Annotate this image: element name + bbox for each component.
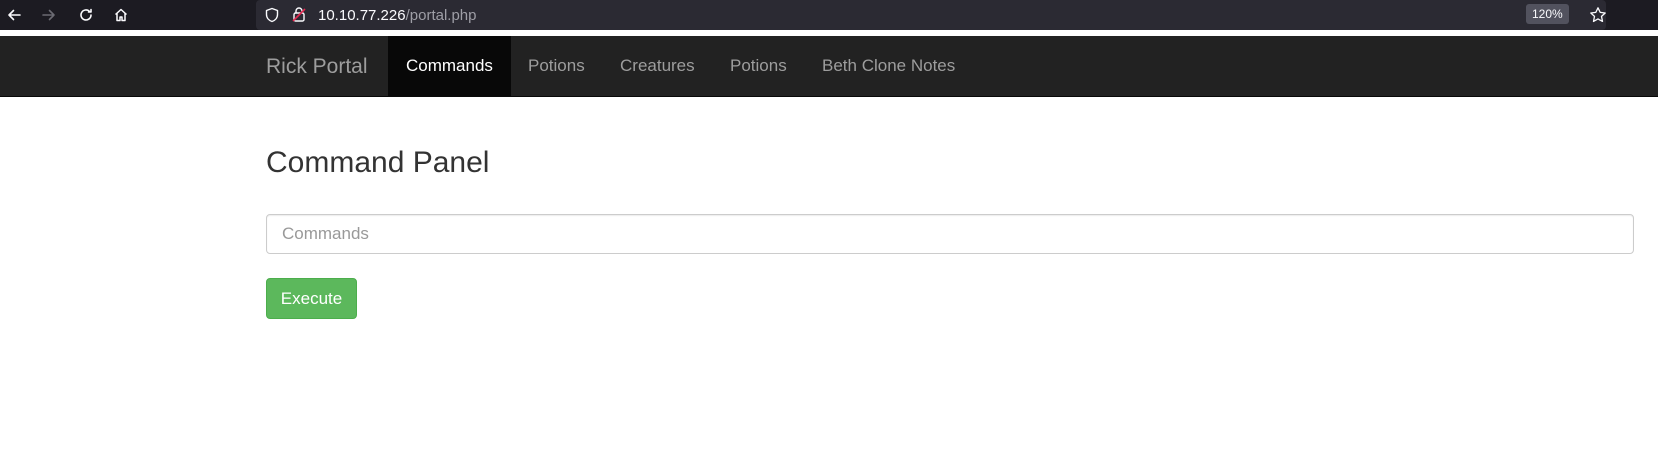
- execute-button[interactable]: Execute: [266, 278, 357, 319]
- back-arrow-icon[interactable]: [3, 4, 25, 26]
- url-host: 10.10.77.226: [318, 7, 406, 24]
- reload-icon[interactable]: [75, 4, 97, 26]
- nav-link-potions-2[interactable]: Potions: [730, 36, 787, 96]
- browser-toolbar: 10.10.77.226/portal.php 120%: [0, 0, 1658, 30]
- brand-link[interactable]: Rick Portal: [266, 55, 368, 79]
- nav-link-creatures[interactable]: Creatures: [620, 36, 695, 96]
- home-icon[interactable]: [110, 4, 132, 26]
- zoom-level-badge[interactable]: 120%: [1526, 4, 1569, 24]
- commands-input[interactable]: [266, 214, 1634, 254]
- lock-icon[interactable]: [291, 6, 307, 23]
- forward-arrow-icon[interactable]: [38, 4, 60, 26]
- shield-icon[interactable]: [264, 7, 280, 23]
- url-text[interactable]: 10.10.77.226/portal.php: [318, 7, 476, 24]
- url-path: /portal.php: [405, 7, 477, 24]
- nav-link-commands[interactable]: Commands: [388, 36, 511, 96]
- page-title: Command Panel: [266, 146, 490, 179]
- url-bar[interactable]: 10.10.77.226/portal.php 120%: [256, 0, 1606, 30]
- site-navbar: Rick Portal Commands Potions Creatures P…: [0, 36, 1658, 97]
- nav-link-potions[interactable]: Potions: [528, 36, 585, 96]
- nav-link-beth-clone-notes[interactable]: Beth Clone Notes: [822, 36, 955, 96]
- star-icon[interactable]: [1589, 6, 1607, 24]
